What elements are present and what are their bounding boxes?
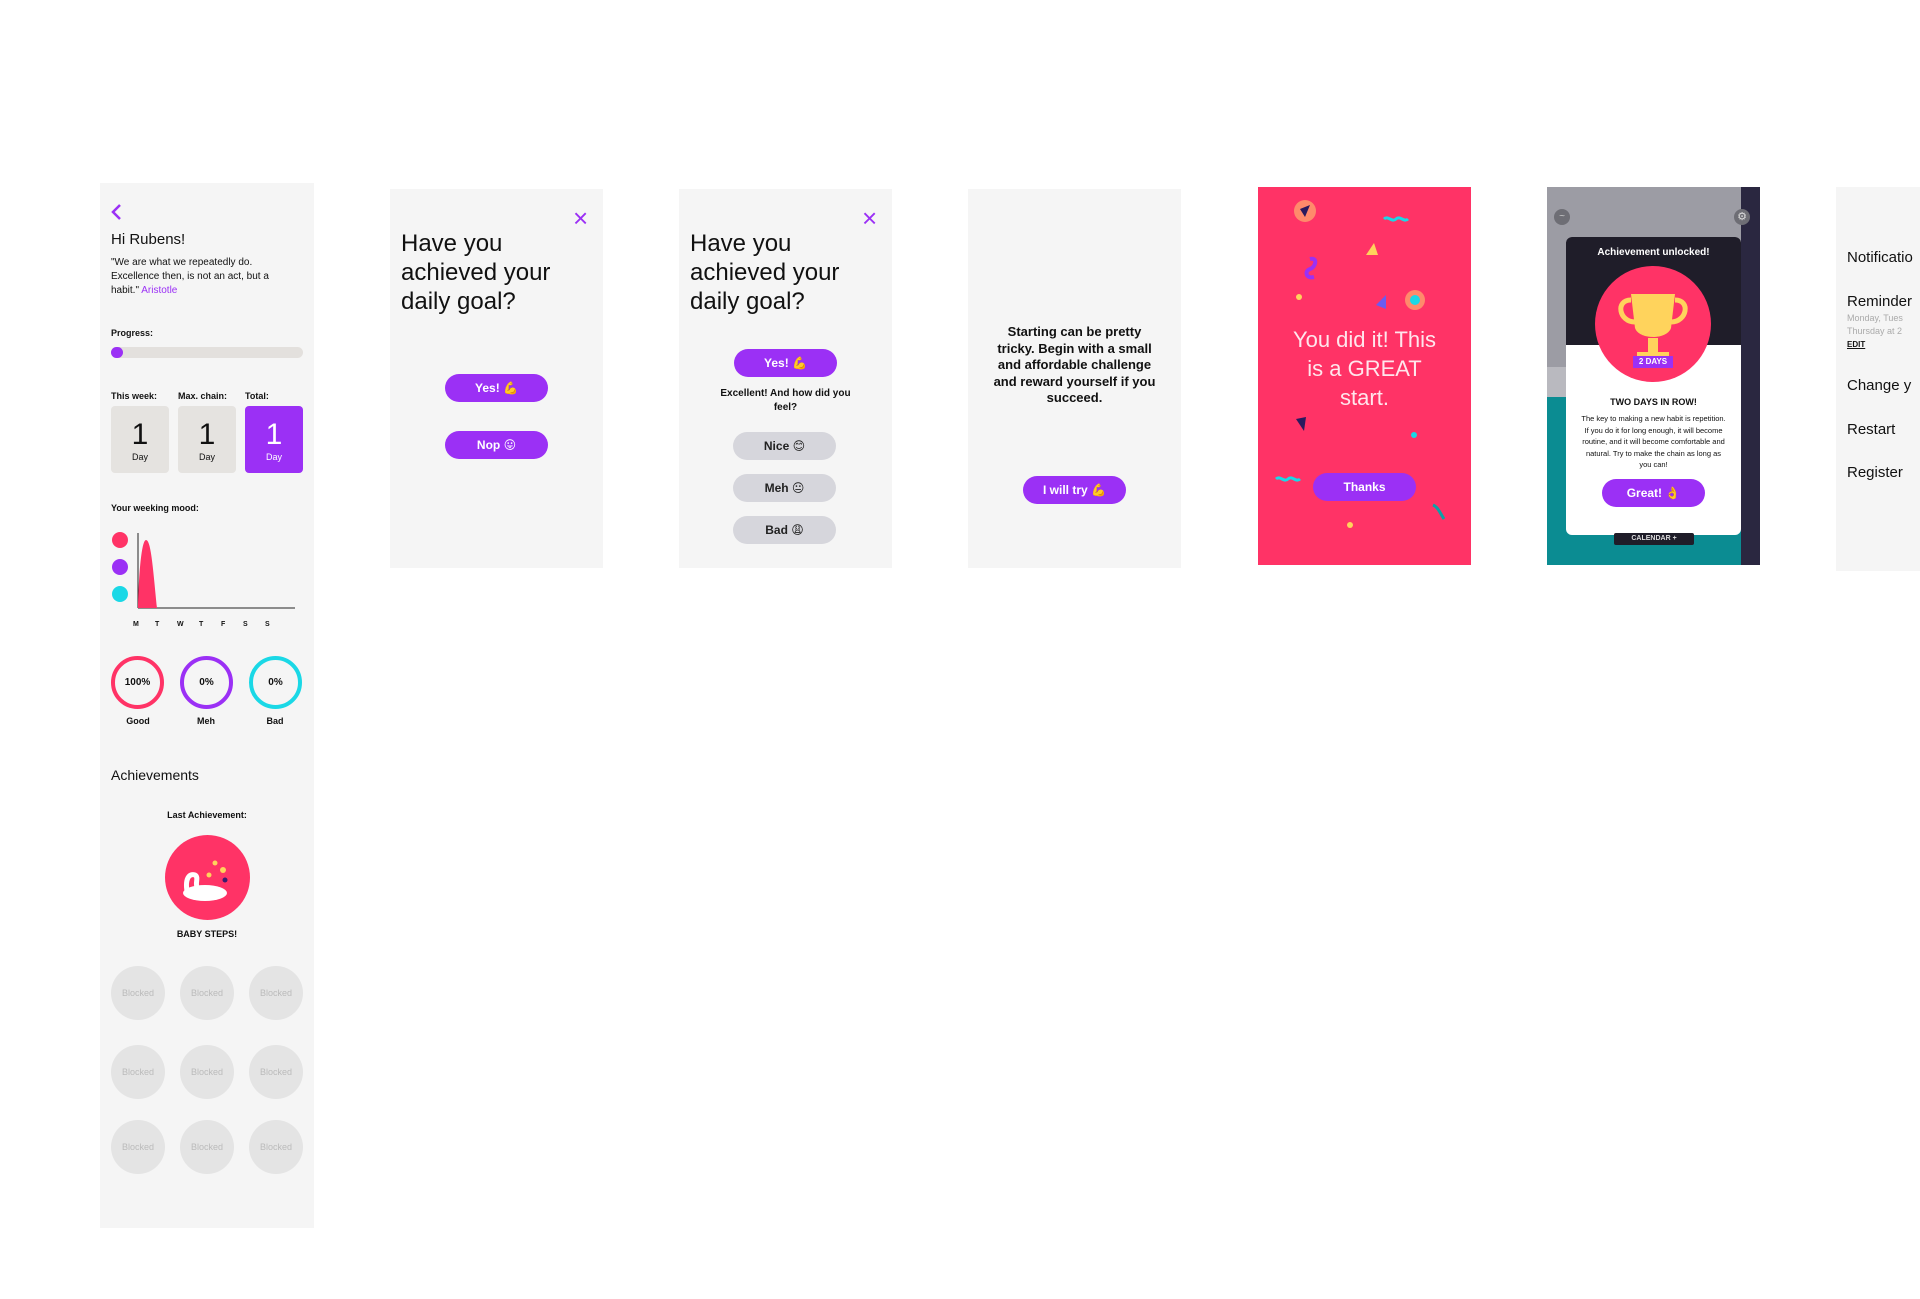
feedback-question: Excellent! And how did you feel? (720, 388, 851, 413)
settings-item-restart[interactable]: Restart (1847, 421, 1895, 438)
feel-bad-button[interactable]: Bad 😩 (733, 516, 836, 544)
last-achievement-badge[interactable] (165, 835, 250, 920)
settings-item-register[interactable]: Register (1847, 464, 1903, 481)
blocked-achievement: Blocked (180, 1120, 234, 1174)
mood-ring-meh: 0% (180, 656, 233, 709)
close-button[interactable]: × (862, 205, 877, 231)
swan-icon (183, 860, 228, 901)
reminder-days: Monday, Tues (1847, 313, 1903, 323)
achievement-badge-label: 2 DAYS (1633, 356, 1673, 368)
calendar-button[interactable]: CALENDAR + (1614, 533, 1694, 545)
mood-chart-area (138, 540, 157, 608)
stat-chain-value: 1 (198, 418, 216, 451)
mood-ring-good-label: Good (126, 716, 150, 726)
celebration-text: You did it! This is a GREAT start. (1292, 327, 1437, 410)
settings-item-reminder[interactable]: Reminder (1847, 293, 1912, 310)
mood-day-label: F (221, 621, 226, 628)
mood-day-label: S (265, 621, 270, 628)
progress-bar (111, 347, 303, 358)
settings-item-notifications[interactable]: Notificatio (1847, 249, 1913, 266)
achievement-badge: 2 DAYS (1595, 266, 1711, 382)
mood-ring-meh-value: 0% (199, 677, 214, 688)
goal-question-title: Have you achieved your daily goal? (401, 230, 551, 315)
mood-title: Your weeking mood: (111, 503, 199, 513)
close-button[interactable]: × (573, 205, 588, 231)
mood-ring-bad-value: 0% (268, 677, 283, 688)
achievement-title: TWO DAYS IN ROW! (1610, 397, 1697, 407)
goal-feedback-screen: × Have you achieved your daily goal? Yes… (679, 189, 892, 568)
blocked-achievement: Blocked (111, 966, 165, 1020)
try-button[interactable]: I will try 💪 (1023, 476, 1126, 504)
settings-screen: Notificatio Reminder Monday, Tues Thursd… (1836, 187, 1920, 571)
stat-label-chain: Max. chain: (178, 391, 228, 401)
mood-ring-bad-label: Bad (266, 716, 284, 726)
settings-icon[interactable]: ⚙ (1734, 209, 1750, 225)
chevron-left-icon (111, 204, 121, 220)
blocked-achievement: Blocked (249, 1045, 303, 1099)
mood-ring-meh-label: Meh (197, 716, 215, 726)
tip-text: Starting can be pretty tricky. Begin wit… (993, 324, 1156, 405)
quote: "We are what we repeatedly do. Excellenc… (111, 256, 286, 298)
yes-button[interactable]: Yes! 💪 (734, 349, 837, 377)
goal-question-title: Have you achieved your daily goal? (690, 230, 840, 315)
stat-label-total: Total: (245, 391, 269, 401)
profile-screen: Hi Rubens! "We are what we repeatedly do… (100, 183, 314, 1228)
stat-week: 1 Day (111, 406, 169, 473)
mood-day-label: M (133, 621, 139, 628)
stat-chain: 1 Day (178, 406, 236, 473)
stat-week-value: 1 (131, 418, 149, 451)
mood-days: MTWTFSS (133, 621, 293, 633)
achievements-title: Achievements (111, 767, 199, 783)
stat-total-value: 1 (265, 418, 283, 451)
greeting: Hi Rubens! (111, 231, 186, 248)
stat-chain-unit: Day (198, 452, 215, 462)
quote-author[interactable]: Aristotle (141, 285, 177, 296)
blocked-achievement: Blocked (111, 1120, 165, 1174)
stat-week-unit: Day (131, 452, 148, 462)
last-achievement-name: BABY STEPS! (176, 929, 238, 939)
blocked-achievement: Blocked (111, 1045, 165, 1099)
achievement-header: Achievement unlocked! (1597, 247, 1710, 258)
blocked-achievement: Blocked (180, 966, 234, 1020)
celebration-screen: You did it! This is a GREAT start. Thank… (1258, 187, 1471, 565)
achievement-card: Achievement unlocked! 2 DAYS TWO DAYS IN… (1566, 237, 1741, 535)
blocked-achievement: Blocked (180, 1045, 234, 1099)
mood-day-label: S (243, 621, 248, 628)
mood-bad-icon (112, 586, 128, 602)
thanks-button[interactable]: Thanks (1313, 473, 1416, 501)
stats-icon[interactable]: ~ (1554, 209, 1570, 225)
mood-ring-good: 100% (111, 656, 164, 709)
reminder-time: Thursday at 2 (1847, 326, 1903, 336)
quote-text: "We are what we repeatedly do. Excellenc… (111, 257, 269, 296)
mood-day-label: T (199, 621, 204, 628)
mood-good-icon (112, 532, 128, 548)
achievement-screen: ~ ⚙ Achievement unlocked! 2 DAYS TWO DAY… (1547, 187, 1760, 565)
settings-item-change[interactable]: Change y (1847, 377, 1911, 394)
mood-meh-icon (112, 559, 128, 575)
mood-day-label: W (177, 621, 184, 628)
blocked-achievement: Blocked (249, 1120, 303, 1174)
great-button[interactable]: Great! 👌 (1602, 479, 1705, 507)
reminder-edit-link[interactable]: EDIT (1847, 340, 1865, 349)
no-button[interactable]: Nop 😛 (445, 431, 548, 459)
mood-day-label: T (155, 621, 160, 628)
stat-total: 1 Day (245, 406, 303, 473)
last-achievement-label: Last Achievement: (167, 810, 247, 820)
tip-screen: Starting can be pretty tricky. Begin wit… (968, 189, 1181, 568)
progress-label: Progress: (111, 328, 154, 338)
blocked-achievement: Blocked (249, 966, 303, 1020)
back-button[interactable] (110, 203, 126, 223)
yes-button[interactable]: Yes! 💪 (445, 374, 548, 402)
stat-total-unit: Day (265, 452, 282, 462)
mood-ring-bad: 0% (249, 656, 302, 709)
feel-meh-button[interactable]: Meh 😐 (733, 474, 836, 502)
goal-question-screen: × Have you achieved your daily goal? Yes… (390, 189, 603, 568)
achievement-body: The key to making a new habit is repetit… (1581, 414, 1726, 470)
progress-fill (111, 347, 123, 358)
stat-label-week: This week: (111, 391, 158, 401)
feel-nice-button[interactable]: Nice 😊 (733, 432, 836, 460)
mood-ring-good-value: 100% (124, 677, 151, 688)
